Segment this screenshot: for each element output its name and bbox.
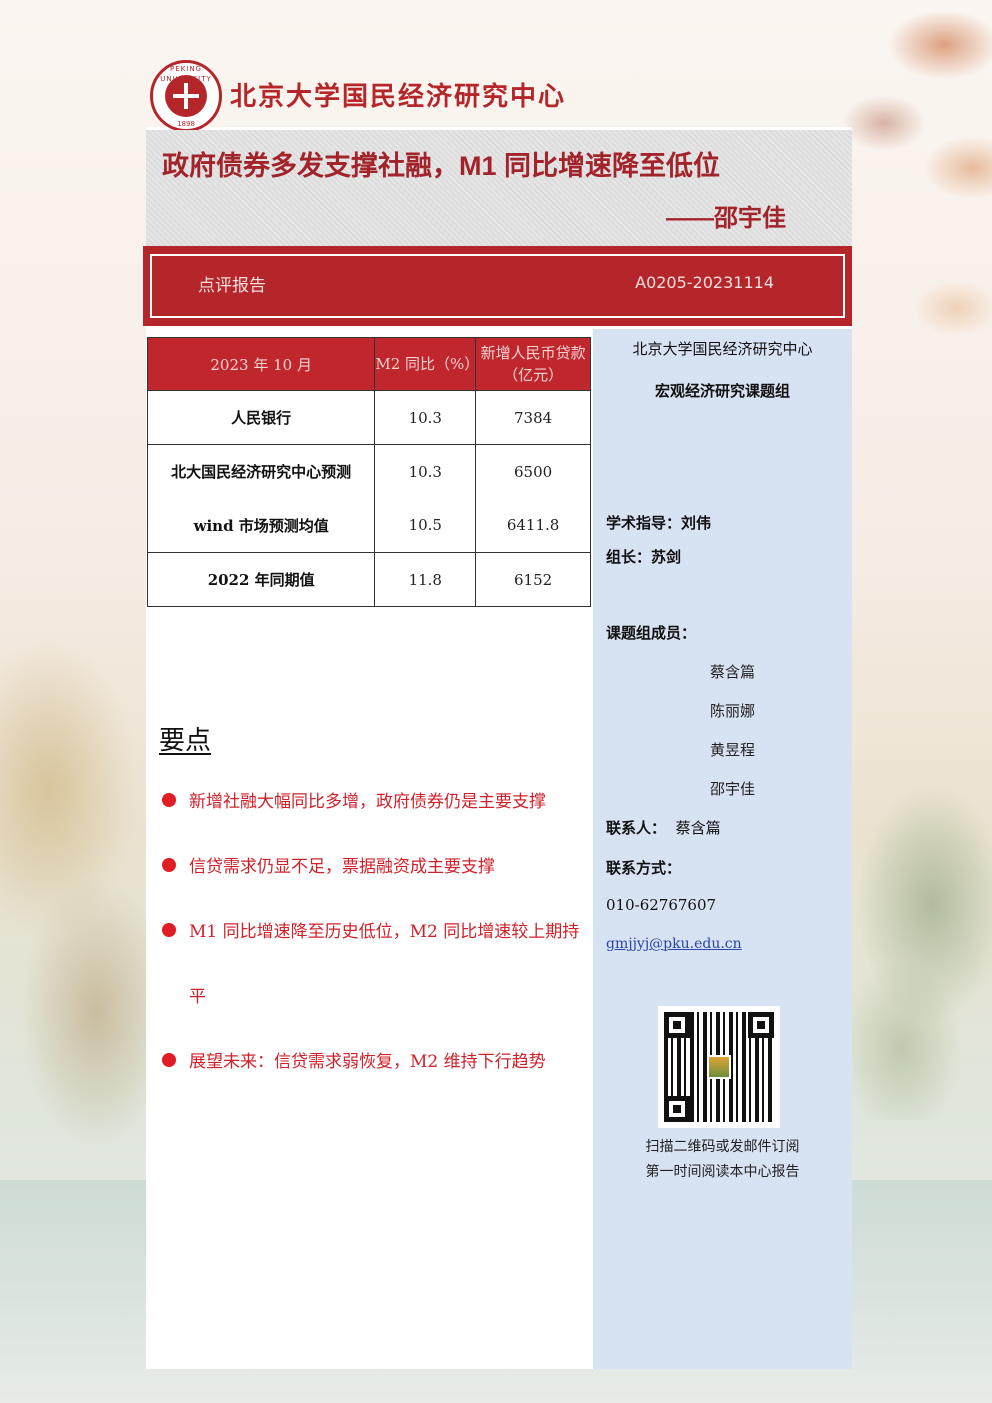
background-trees-right (842, 760, 992, 1120)
members-label: 课题组成员： (606, 624, 697, 642)
list-item: 信贷需求仍显不足，票据融资成主要支撑 (160, 835, 585, 900)
report-title: 政府债券多发支撑社融，M1 同比增速降至低位 (162, 151, 721, 181)
sidebar-group-name: 宏观经济研究课题组 (654, 382, 790, 400)
seal-emblem-icon (165, 75, 207, 117)
row-loans: 6152 (475, 552, 591, 607)
forecast-table: 2023 年 10 月 M2 同比（%） 新增人民币贷款（亿元） 人民银行 10… (146, 337, 591, 607)
list-item: M1 同比增速降至历史低位，M2 同比增速较上期持平 (160, 900, 585, 1030)
report-code: A0205-20231114 (635, 273, 774, 292)
row-m2: 10.3 (374, 390, 477, 445)
qr-code-icon[interactable] (658, 1006, 780, 1128)
org-name: 北京大学国民经济研究中心 (230, 82, 567, 112)
advisor-line: 学术指导：刘伟 (606, 512, 711, 533)
key-points-heading: 要点 (159, 726, 212, 756)
leader-name: 苏剑 (651, 548, 682, 566)
member-name: 邵宇佳 (710, 780, 756, 798)
background-trees-left (0, 620, 160, 1180)
key-points-list: 新增社融大幅同比多增，政府债券仍是主要支撑 信贷需求仍显不足，票据融资成主要支撑… (160, 770, 585, 1095)
key-point-text: M1 同比增速降至历史低位，M2 同比增速较上期持平 (189, 922, 580, 1007)
bullet-icon (162, 793, 176, 807)
advisor-name: 刘伟 (681, 514, 712, 532)
key-point-text: 信贷需求仍显不足，票据融资成主要支撑 (189, 857, 495, 877)
qr-pattern (664, 1012, 774, 1122)
key-point-text: 展望未来：信贷需求弱恢复，M2 维持下行趋势 (189, 1052, 546, 1072)
row-m2: 10.5 (374, 498, 477, 553)
qr-caption-line-1: 扫描二维码或发邮件订阅 (645, 1139, 800, 1155)
header-loans: 新增人民币贷款（亿元） (475, 337, 591, 391)
leader-label: 组长： (606, 548, 652, 566)
list-item: 展望未来：信贷需求弱恢复，M2 维持下行趋势 (160, 1030, 585, 1095)
qr-finder-icon (664, 1012, 690, 1038)
seal-year: 1898 (177, 120, 195, 128)
row-label: 北大国民经济研究中心预测 (146, 444, 376, 499)
contact-method-label: 联系方式： (606, 859, 682, 877)
sidebar-panel (593, 329, 852, 1369)
key-point-text: 新增社融大幅同比多增，政府债券仍是主要支撑 (189, 792, 546, 812)
report-author: ——邵宇佳 (666, 205, 786, 232)
contact-name: 蔡含篇 (675, 819, 721, 837)
qr-finder-icon (664, 1096, 690, 1122)
phone-number: 010-62767607 (606, 896, 717, 914)
advisor-label: 学术指导： (606, 514, 682, 532)
row-m2: 10.3 (374, 444, 477, 499)
table-row: 人民银行 10.3 7384 (146, 390, 591, 445)
leader-line: 组长：苏剑 (606, 546, 681, 567)
list-item: 新增社融大幅同比多增，政府债券仍是主要支撑 (160, 770, 585, 835)
table-header-row: 2023 年 10 月 M2 同比（%） 新增人民币贷款（亿元） (146, 337, 591, 391)
bullet-icon (162, 923, 176, 937)
member-name: 黄昱程 (710, 741, 756, 759)
pku-seal-logo: PEKING UNIVERSITY 1898 (150, 60, 222, 132)
header-m2: M2 同比（%） (374, 337, 479, 391)
table-row: 2022 年同期值 11.8 6152 (146, 552, 591, 607)
row-m2: 11.8 (374, 552, 477, 607)
qr-center-logo (707, 1055, 731, 1079)
contact-line: 联系人： 蔡含篇 (606, 817, 721, 838)
bullet-icon (162, 1053, 176, 1067)
row-loans: 6411.8 (475, 498, 591, 553)
qr-finder-icon (748, 1012, 774, 1038)
bullet-icon (162, 858, 176, 872)
contact-label: 联系人： (606, 819, 667, 837)
row-label: wind 市场预测均值 (146, 498, 376, 553)
qr-caption-line-2: 第一时间阅读本中心报告 (645, 1164, 800, 1180)
row-label: 人民银行 (146, 390, 376, 445)
table-row: 北大国民经济研究中心预测 10.3 6500 (146, 444, 591, 499)
table-row: wind 市场预测均值 10.5 6411.8 (146, 498, 591, 553)
header-period: 2023 年 10 月 (146, 337, 376, 391)
sidebar-org-name: 北京大学国民经济研究中心 (632, 340, 813, 358)
row-loans: 6500 (475, 444, 591, 499)
member-name: 蔡含篇 (710, 663, 756, 681)
member-name: 陈丽娜 (710, 702, 756, 720)
row-label: 2022 年同期值 (146, 552, 376, 607)
row-loans: 7384 (475, 390, 591, 445)
email-link[interactable]: gmjjyj@pku.edu.cn (606, 936, 742, 952)
